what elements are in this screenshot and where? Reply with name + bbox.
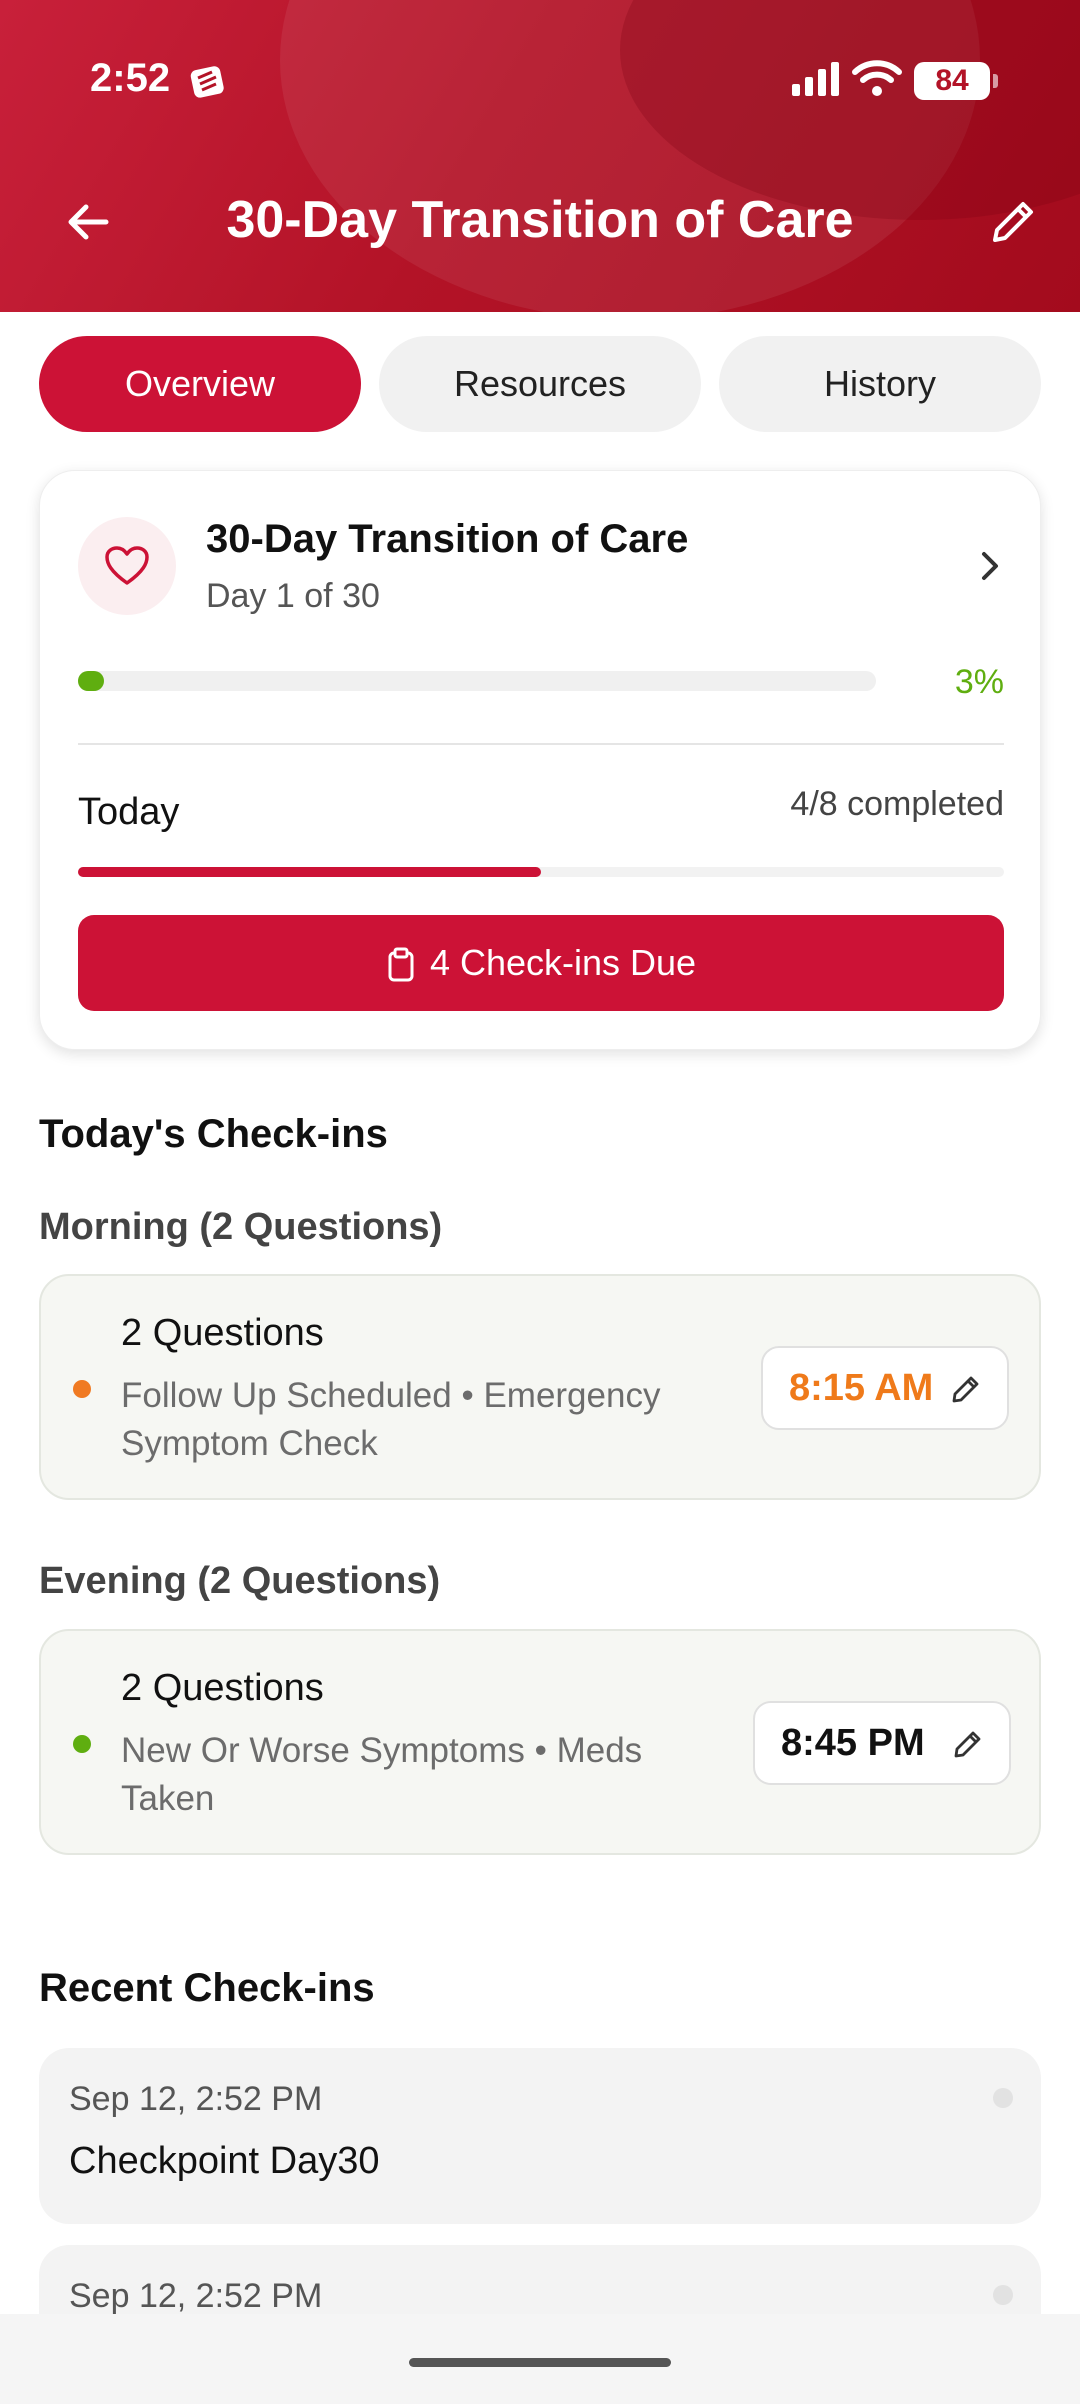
- tab-bar: Overview Resources History: [39, 336, 1041, 432]
- divider: [78, 743, 1004, 745]
- todays-checkins-heading: Today's Check-ins: [39, 1112, 388, 1156]
- edit-pencil-icon: [952, 1376, 979, 1403]
- edit-pencil-icon[interactable]: [985, 194, 1041, 250]
- recent-checkin-date: Sep 12, 2:52 PM: [69, 2080, 323, 2118]
- tab-history[interactable]: History: [719, 336, 1041, 432]
- battery-indicator: 84: [914, 62, 998, 100]
- recent-checkin-date: Sep 12, 2:52 PM: [69, 2277, 323, 2315]
- recent-checkins-heading: Recent Check-ins: [39, 1966, 375, 2010]
- status-dot: [993, 2285, 1013, 2305]
- evening-time-chip[interactable]: 8:45 PM: [753, 1701, 1011, 1785]
- today-progress-bar: [78, 867, 1004, 877]
- status-dot: [993, 2088, 1013, 2108]
- program-title: 30-Day Transition of Care: [206, 517, 689, 561]
- system-nav-bar: [0, 2314, 1080, 2404]
- morning-checkin-card[interactable]: 2 Questions Follow Up Scheduled • Emerge…: [39, 1274, 1041, 1500]
- wifi-icon: [852, 60, 902, 96]
- program-card[interactable]: 30-Day Transition of Care Day 1 of 30 3%…: [39, 470, 1041, 1050]
- edit-pencil-icon: [954, 1731, 981, 1758]
- checkin-description: Follow Up Scheduled • Emergency Symptom …: [121, 1376, 661, 1463]
- clipboard-icon: [388, 947, 414, 982]
- heart-badge: [78, 517, 176, 615]
- cell-signal-icon: [792, 62, 839, 96]
- heart-icon: [105, 546, 149, 585]
- today-progress-fill: [78, 867, 541, 877]
- chevron-right-icon[interactable]: [970, 541, 1010, 591]
- recent-checkin-title: Checkpoint Day30: [69, 2140, 380, 2182]
- today-completed-count: 4/8 completed: [790, 785, 1004, 823]
- checkin-time: 8:15 AM: [789, 1367, 934, 1409]
- checkins-due-button[interactable]: 4 Check-ins Due: [78, 915, 1004, 1011]
- back-arrow-icon[interactable]: [60, 192, 120, 252]
- checkin-time: 8:45 PM: [781, 1722, 925, 1764]
- checkin-title: 2 Questions: [121, 1312, 324, 1354]
- today-label: Today: [78, 791, 180, 833]
- morning-time-chip[interactable]: 8:15 AM: [761, 1346, 1009, 1430]
- program-day: Day 1 of 30: [206, 577, 380, 615]
- program-progress-percent: 3%: [954, 663, 1004, 701]
- checkins-due-label: 4 Check-ins Due: [429, 942, 697, 983]
- status-dot: [73, 1380, 91, 1398]
- app-notification-icon: [190, 66, 224, 98]
- evening-group-heading: Evening (2 Questions): [39, 1560, 441, 1602]
- status-dot: [73, 1735, 91, 1753]
- evening-checkin-card[interactable]: 2 Questions New Or Worse Symptoms • Meds…: [39, 1629, 1041, 1855]
- program-progress-bar: [78, 671, 876, 691]
- checkin-title: 2 Questions: [121, 1667, 324, 1709]
- tab-overview[interactable]: Overview: [39, 336, 361, 432]
- app-header: 2:52 84 30-Day Transition of Care: [0, 0, 1080, 312]
- recent-checkin-item[interactable]: Sep 12, 2:52 PM Checkpoint Day30: [39, 2048, 1041, 2224]
- morning-group-heading: Morning (2 Questions): [39, 1206, 443, 1248]
- home-indicator[interactable]: [409, 2358, 671, 2367]
- checkin-description: New Or Worse Symptoms • Meds Taken: [121, 1731, 643, 1818]
- tab-resources[interactable]: Resources: [379, 336, 701, 432]
- status-bar: 2:52 84: [0, 0, 1080, 160]
- page-title: 30-Day Transition of Care: [226, 191, 854, 249]
- status-time: 2:52: [90, 56, 171, 100]
- program-progress-fill: [78, 671, 104, 691]
